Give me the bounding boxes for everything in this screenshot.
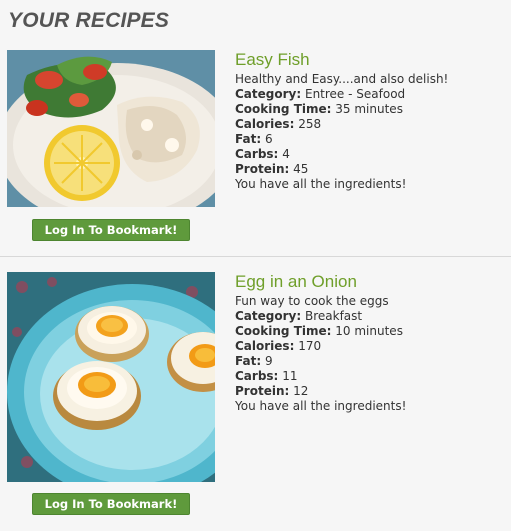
recipe-fat: Fat: 6 (235, 132, 273, 146)
recipe-title-link[interactable]: Egg in an Onion (235, 272, 505, 294)
recipe-info: Easy Fish Healthy and Easy....and also d… (235, 50, 505, 192)
recipe-carbs: Carbs: 4 (235, 147, 290, 161)
recipe-protein: Protein: 12 (235, 384, 309, 398)
recipe-photo[interactable] (7, 272, 215, 482)
recipe-category: Category: Breakfast (235, 309, 363, 323)
page-title: YOUR RECIPES (8, 9, 170, 32)
recipe-info: Egg in an Onion Fun way to cook the eggs… (235, 272, 505, 414)
recipe-photo[interactable] (7, 50, 215, 207)
bookmark-button[interactable]: Log In To Bookmark! (32, 219, 190, 241)
recipe-description: Healthy and Easy....and also delish! (235, 72, 449, 86)
recipe-title-link[interactable]: Easy Fish (235, 50, 505, 72)
ingredients-status: You have all the ingredients! (235, 399, 407, 413)
recipe-carbs: Carbs: 11 (235, 369, 298, 383)
recipe-cooking-time: Cooking Time: 10 minutes (235, 324, 403, 338)
divider (0, 256, 511, 257)
recipe-category: Category: Entree - Seafood (235, 87, 406, 101)
recipe-protein: Protein: 45 (235, 162, 309, 176)
recipe-fat: Fat: 9 (235, 354, 273, 368)
recipe-calories: Calories: 258 (235, 117, 322, 131)
ingredients-status: You have all the ingredients! (235, 177, 407, 191)
bookmark-button[interactable]: Log In To Bookmark! (32, 493, 190, 515)
recipe-cooking-time: Cooking Time: 35 minutes (235, 102, 403, 116)
recipe-calories: Calories: 170 (235, 339, 322, 353)
recipe-description: Fun way to cook the eggs (235, 294, 389, 308)
